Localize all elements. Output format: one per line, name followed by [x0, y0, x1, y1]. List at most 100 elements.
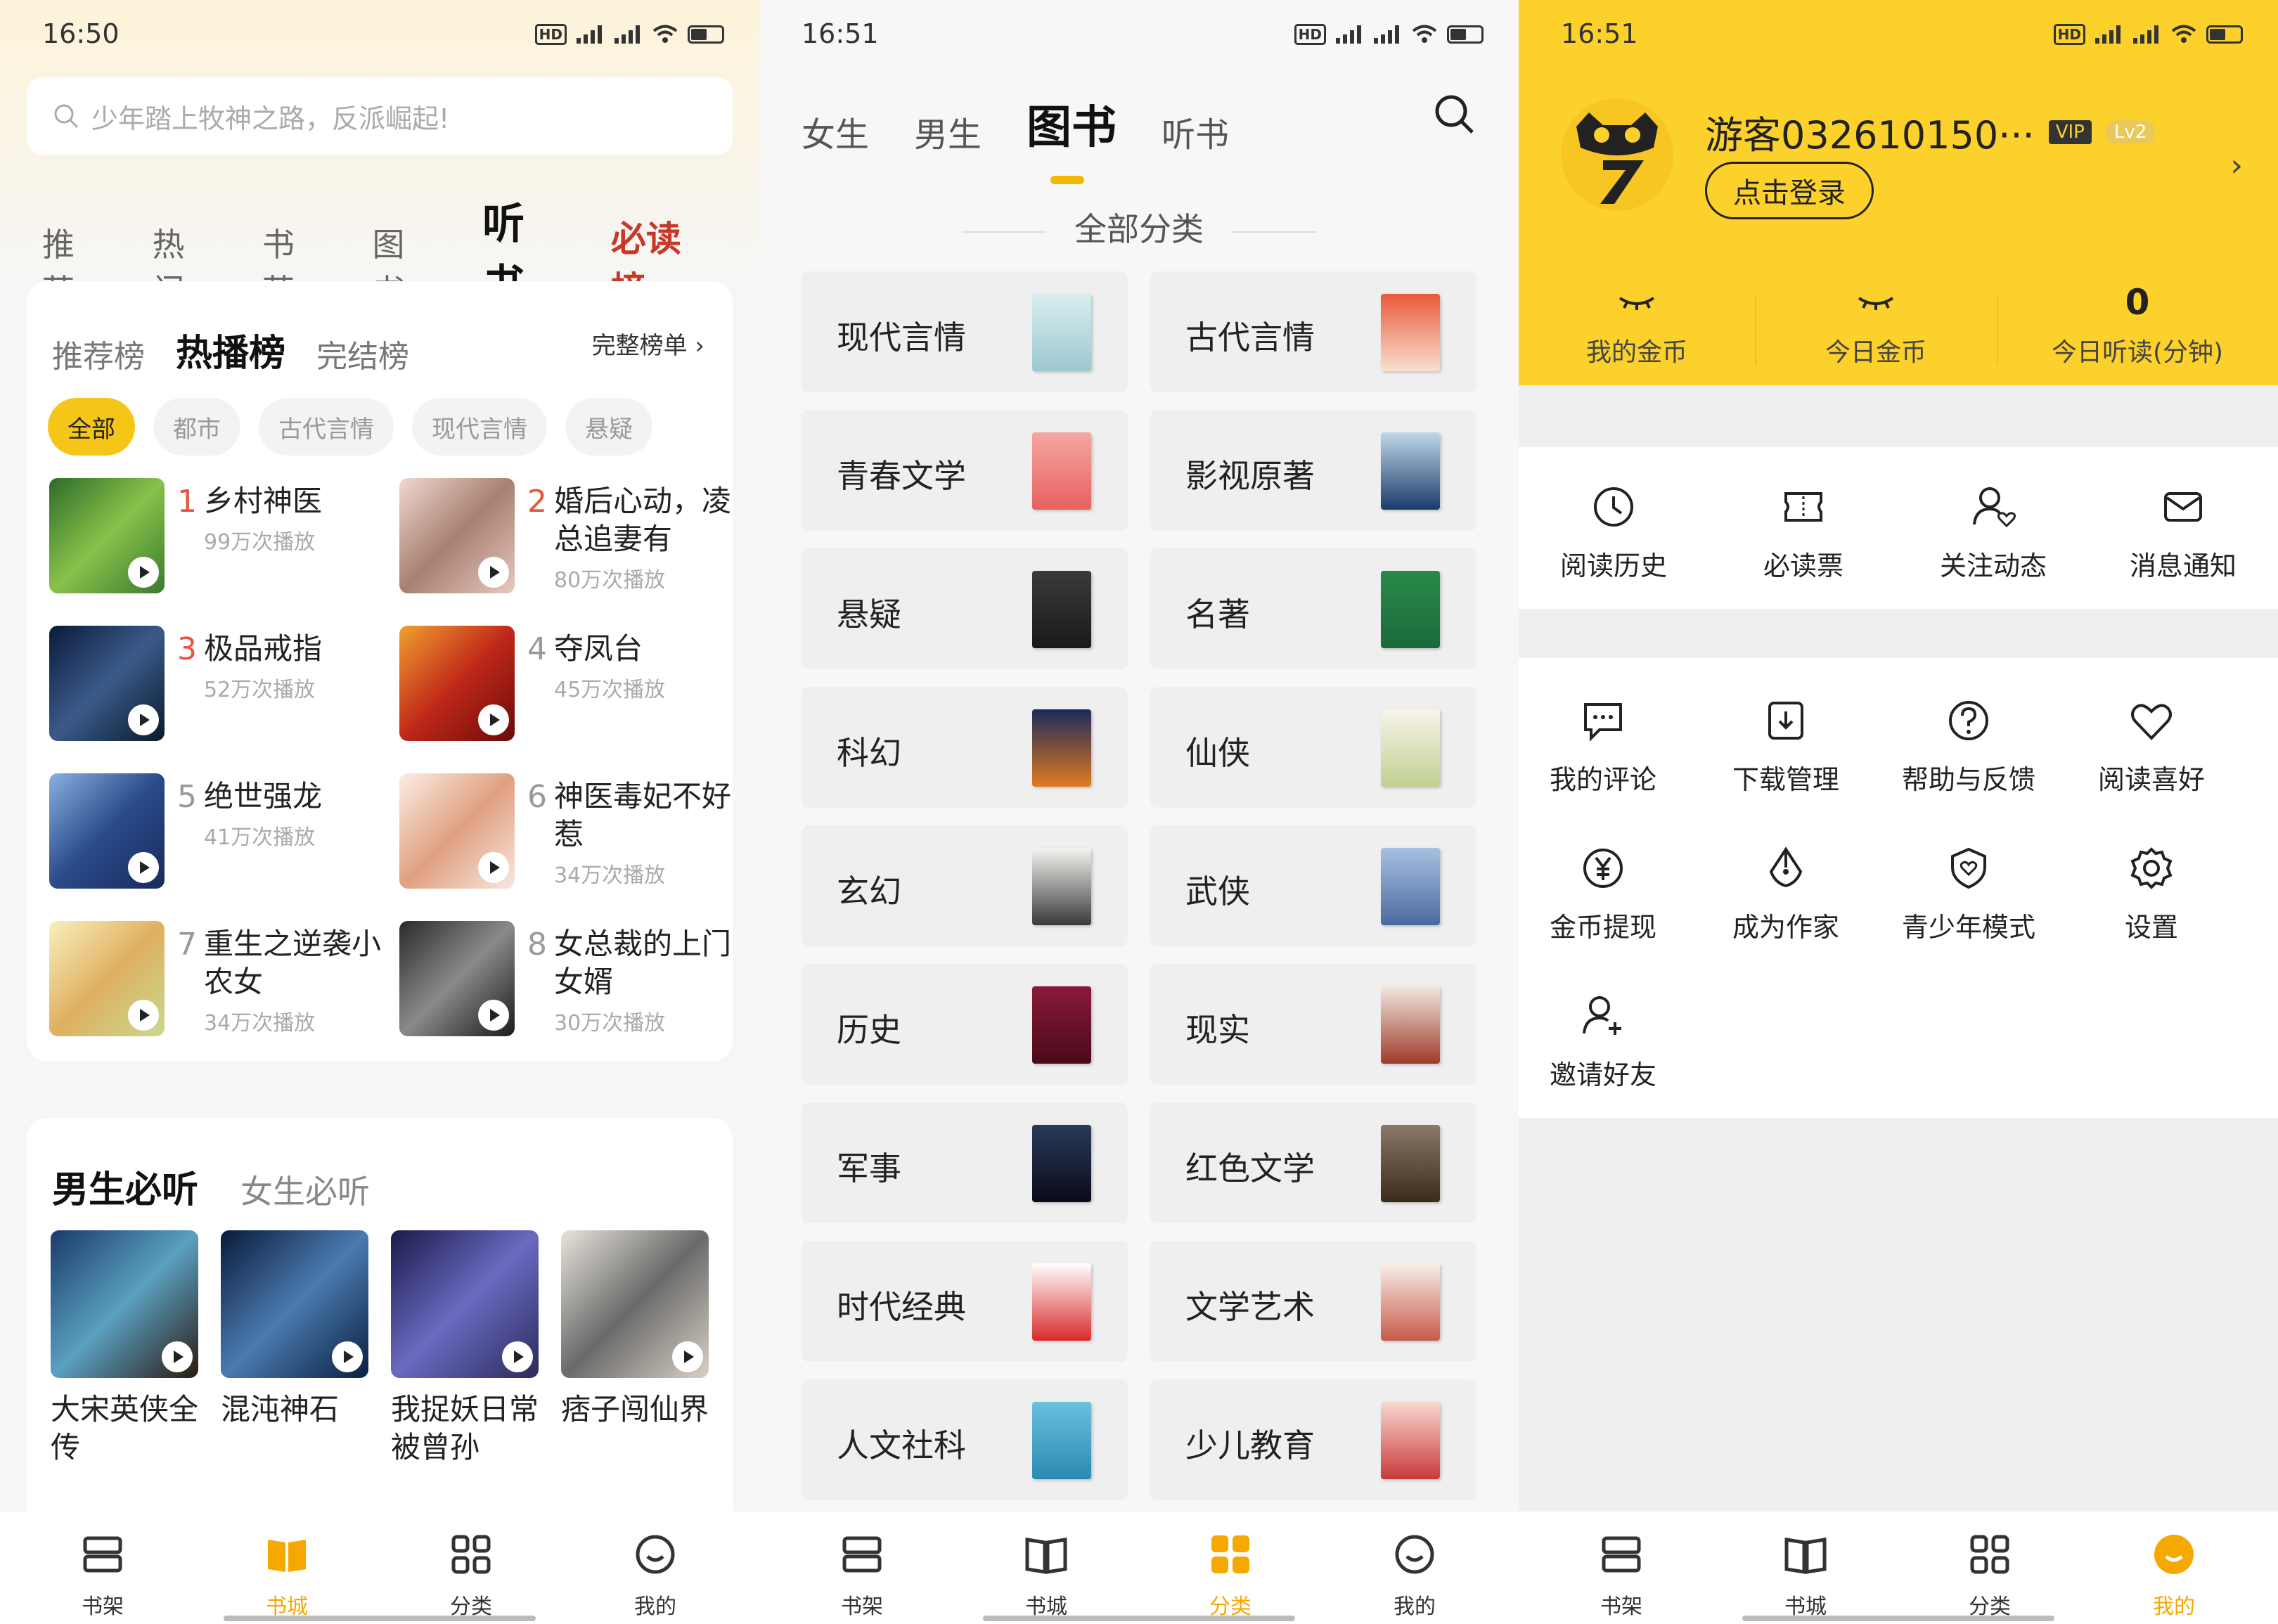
play-icon[interactable] — [502, 1341, 533, 1372]
book-cover — [49, 478, 165, 593]
rank-item[interactable]: 8 女总裁的上门女婿 30万次播放 — [399, 921, 737, 1040]
tab-category[interactable]: 分类 — [1188, 1530, 1273, 1620]
follow-updates-button[interactable]: 关注动态 — [1898, 482, 2088, 583]
category-tile[interactable]: 现实 — [1150, 964, 1476, 1085]
invite-friends-button[interactable]: 邀请好友 — [1519, 991, 1708, 1092]
closed-eye-icon — [1519, 281, 1755, 323]
chip-all[interactable]: 全部 — [48, 398, 135, 456]
category-tile[interactable]: 古代言情 — [1150, 271, 1476, 392]
play-icon[interactable] — [128, 704, 159, 735]
username-row[interactable]: 游客032610150··· VIP Lv2 — [1705, 104, 2156, 160]
play-icon[interactable] — [672, 1341, 703, 1372]
must-book[interactable]: 混沌神石 — [221, 1230, 368, 1429]
tab-audio[interactable]: 听书 — [1161, 107, 1229, 156]
tab-books[interactable]: 图书 — [1027, 91, 1117, 184]
must-book[interactable]: 大宋英侠全传 — [51, 1230, 198, 1467]
must-book[interactable]: 我捉妖日常被曾孙 — [391, 1230, 539, 1467]
play-icon[interactable] — [478, 1000, 509, 1031]
search-icon[interactable] — [1431, 91, 1476, 136]
category-tile[interactable]: 红色文学 — [1150, 1102, 1476, 1223]
teen-mode-button[interactable]: 青少年模式 — [1863, 844, 2074, 944]
status-bar: 16:51 HD — [1519, 0, 2278, 73]
avatar[interactable] — [1561, 98, 1673, 211]
full-rank-link[interactable]: 完整榜单 › — [592, 326, 704, 361]
category-tile[interactable]: 历史 — [802, 964, 1128, 1085]
become-writer-button[interactable]: 成为作家 — [1680, 844, 1891, 944]
must-book[interactable]: 痞子闯仙界 — [561, 1230, 709, 1429]
tab-mine[interactable]: 我的 — [613, 1530, 697, 1620]
status-bar: 16:51 HD — [759, 0, 1519, 73]
play-icon[interactable] — [162, 1341, 193, 1372]
tab-mine[interactable]: 我的 — [1372, 1530, 1457, 1620]
download-manager-button[interactable]: 下载管理 — [1680, 696, 1891, 797]
play-icon[interactable] — [128, 1000, 159, 1031]
chip-urban[interactable]: 都市 — [153, 398, 240, 456]
book-thumb — [1381, 571, 1440, 648]
stat-my-coins[interactable]: 我的金币 — [1519, 281, 1755, 368]
rank-item[interactable]: 3 极品戒指 52万次播放 — [49, 626, 387, 745]
play-icon[interactable] — [478, 704, 509, 735]
category-tile[interactable]: 青春文学 — [802, 410, 1128, 531]
rank-item[interactable]: 2 婚后心动，凌总追妻有 80万次播放 — [399, 478, 737, 598]
tab-bookshelf[interactable]: 书架 — [60, 1530, 145, 1620]
category-tile[interactable]: 文学艺术 — [1150, 1241, 1476, 1362]
play-icon[interactable] — [478, 557, 509, 588]
must-read-ticket-button[interactable]: 必读票 — [1708, 482, 1898, 583]
tab-bookshelf[interactable]: 书架 — [820, 1530, 904, 1620]
chip-mystery[interactable]: 悬疑 — [565, 398, 652, 456]
chip-modern-romance[interactable]: 现代言情 — [412, 398, 547, 456]
play-icon[interactable] — [128, 852, 159, 883]
rank-item[interactable]: 6 神医毒妃不好惹 34万次播放 — [399, 773, 737, 893]
cat-avatar-icon — [1576, 112, 1658, 204]
tab-category[interactable]: 分类 — [1948, 1530, 2032, 1620]
login-button[interactable]: 点击登录 — [1705, 162, 1874, 219]
reading-preference-button[interactable]: 阅读喜好 — [2046, 696, 2257, 797]
tab-female[interactable]: 女生 — [802, 107, 869, 156]
stat-today-coins[interactable]: 今日金币 — [1758, 281, 1994, 368]
category-tile[interactable]: 军事 — [802, 1102, 1128, 1223]
rank-plays: 52万次播放 — [204, 678, 316, 702]
category-tile[interactable]: 少儿教育 — [1150, 1379, 1476, 1500]
reading-history-button[interactable]: 阅读历史 — [1519, 482, 1708, 583]
category-name: 青春文学 — [837, 457, 966, 495]
category-tile[interactable]: 影视原著 — [1150, 410, 1476, 531]
category-tile[interactable]: 仙侠 — [1150, 687, 1476, 808]
rank-item[interactable]: 5 绝世强龙 41万次播放 — [49, 773, 387, 893]
category-tile[interactable]: 悬疑 — [802, 548, 1128, 669]
tab-hot-rank[interactable]: 热播榜 — [176, 323, 285, 376]
help-feedback-button[interactable]: 帮助与反馈 — [1863, 696, 2074, 797]
tab-bookstore[interactable]: 书城 — [245, 1530, 329, 1620]
tab-mine[interactable]: 我的 — [2132, 1530, 2216, 1620]
category-tile[interactable]: 武侠 — [1150, 825, 1476, 946]
category-tile[interactable]: 名著 — [1150, 548, 1476, 669]
stat-today-listen[interactable]: 0 今日听读(分钟) — [2004, 281, 2271, 368]
tab-bookstore[interactable]: 书城 — [1004, 1530, 1088, 1620]
tab-recommend-rank[interactable]: 推荐榜 — [52, 331, 145, 376]
search-bar[interactable]: 少年踏上牧神之路，反派崛起! — [27, 77, 733, 155]
play-icon[interactable] — [478, 852, 509, 883]
book-cover — [49, 626, 165, 741]
tab-category[interactable]: 分类 — [429, 1530, 513, 1620]
message-notifications-button[interactable]: 消息通知 — [2088, 482, 2278, 583]
category-tile[interactable]: 时代经典 — [802, 1241, 1128, 1362]
tab-female-must[interactable]: 女生必听 — [240, 1166, 370, 1213]
rank-item[interactable]: 4 夺凤台 45万次播放 — [399, 626, 737, 745]
play-icon[interactable] — [128, 557, 159, 588]
category-tile[interactable]: 科幻 — [802, 687, 1128, 808]
tab-bookshelf[interactable]: 书架 — [1579, 1530, 1664, 1620]
rank-item[interactable]: 1 乡村神医 99万次播放 — [49, 478, 387, 598]
play-icon[interactable] — [332, 1341, 363, 1372]
chip-ancient-romance[interactable]: 古代言情 — [259, 398, 394, 456]
tab-male-must[interactable]: 男生必听 — [52, 1160, 198, 1213]
category-tile[interactable]: 玄幻 — [802, 825, 1128, 946]
chevron-right-icon[interactable]: › — [2230, 148, 2243, 183]
bookshelf-icon — [83, 1536, 122, 1573]
rank-item[interactable]: 7 重生之逆袭小农女 34万次播放 — [49, 921, 387, 1040]
tab-male[interactable]: 男生 — [914, 107, 982, 156]
tab-bookstore[interactable]: 书城 — [1763, 1530, 1848, 1620]
smile-icon — [1395, 1535, 1434, 1574]
settings-button[interactable]: 设置 — [2046, 844, 2257, 944]
category-tile[interactable]: 现代言情 — [802, 271, 1128, 392]
tab-finished-rank[interactable]: 完结榜 — [316, 331, 409, 376]
category-tile[interactable]: 人文社科 — [802, 1379, 1128, 1500]
